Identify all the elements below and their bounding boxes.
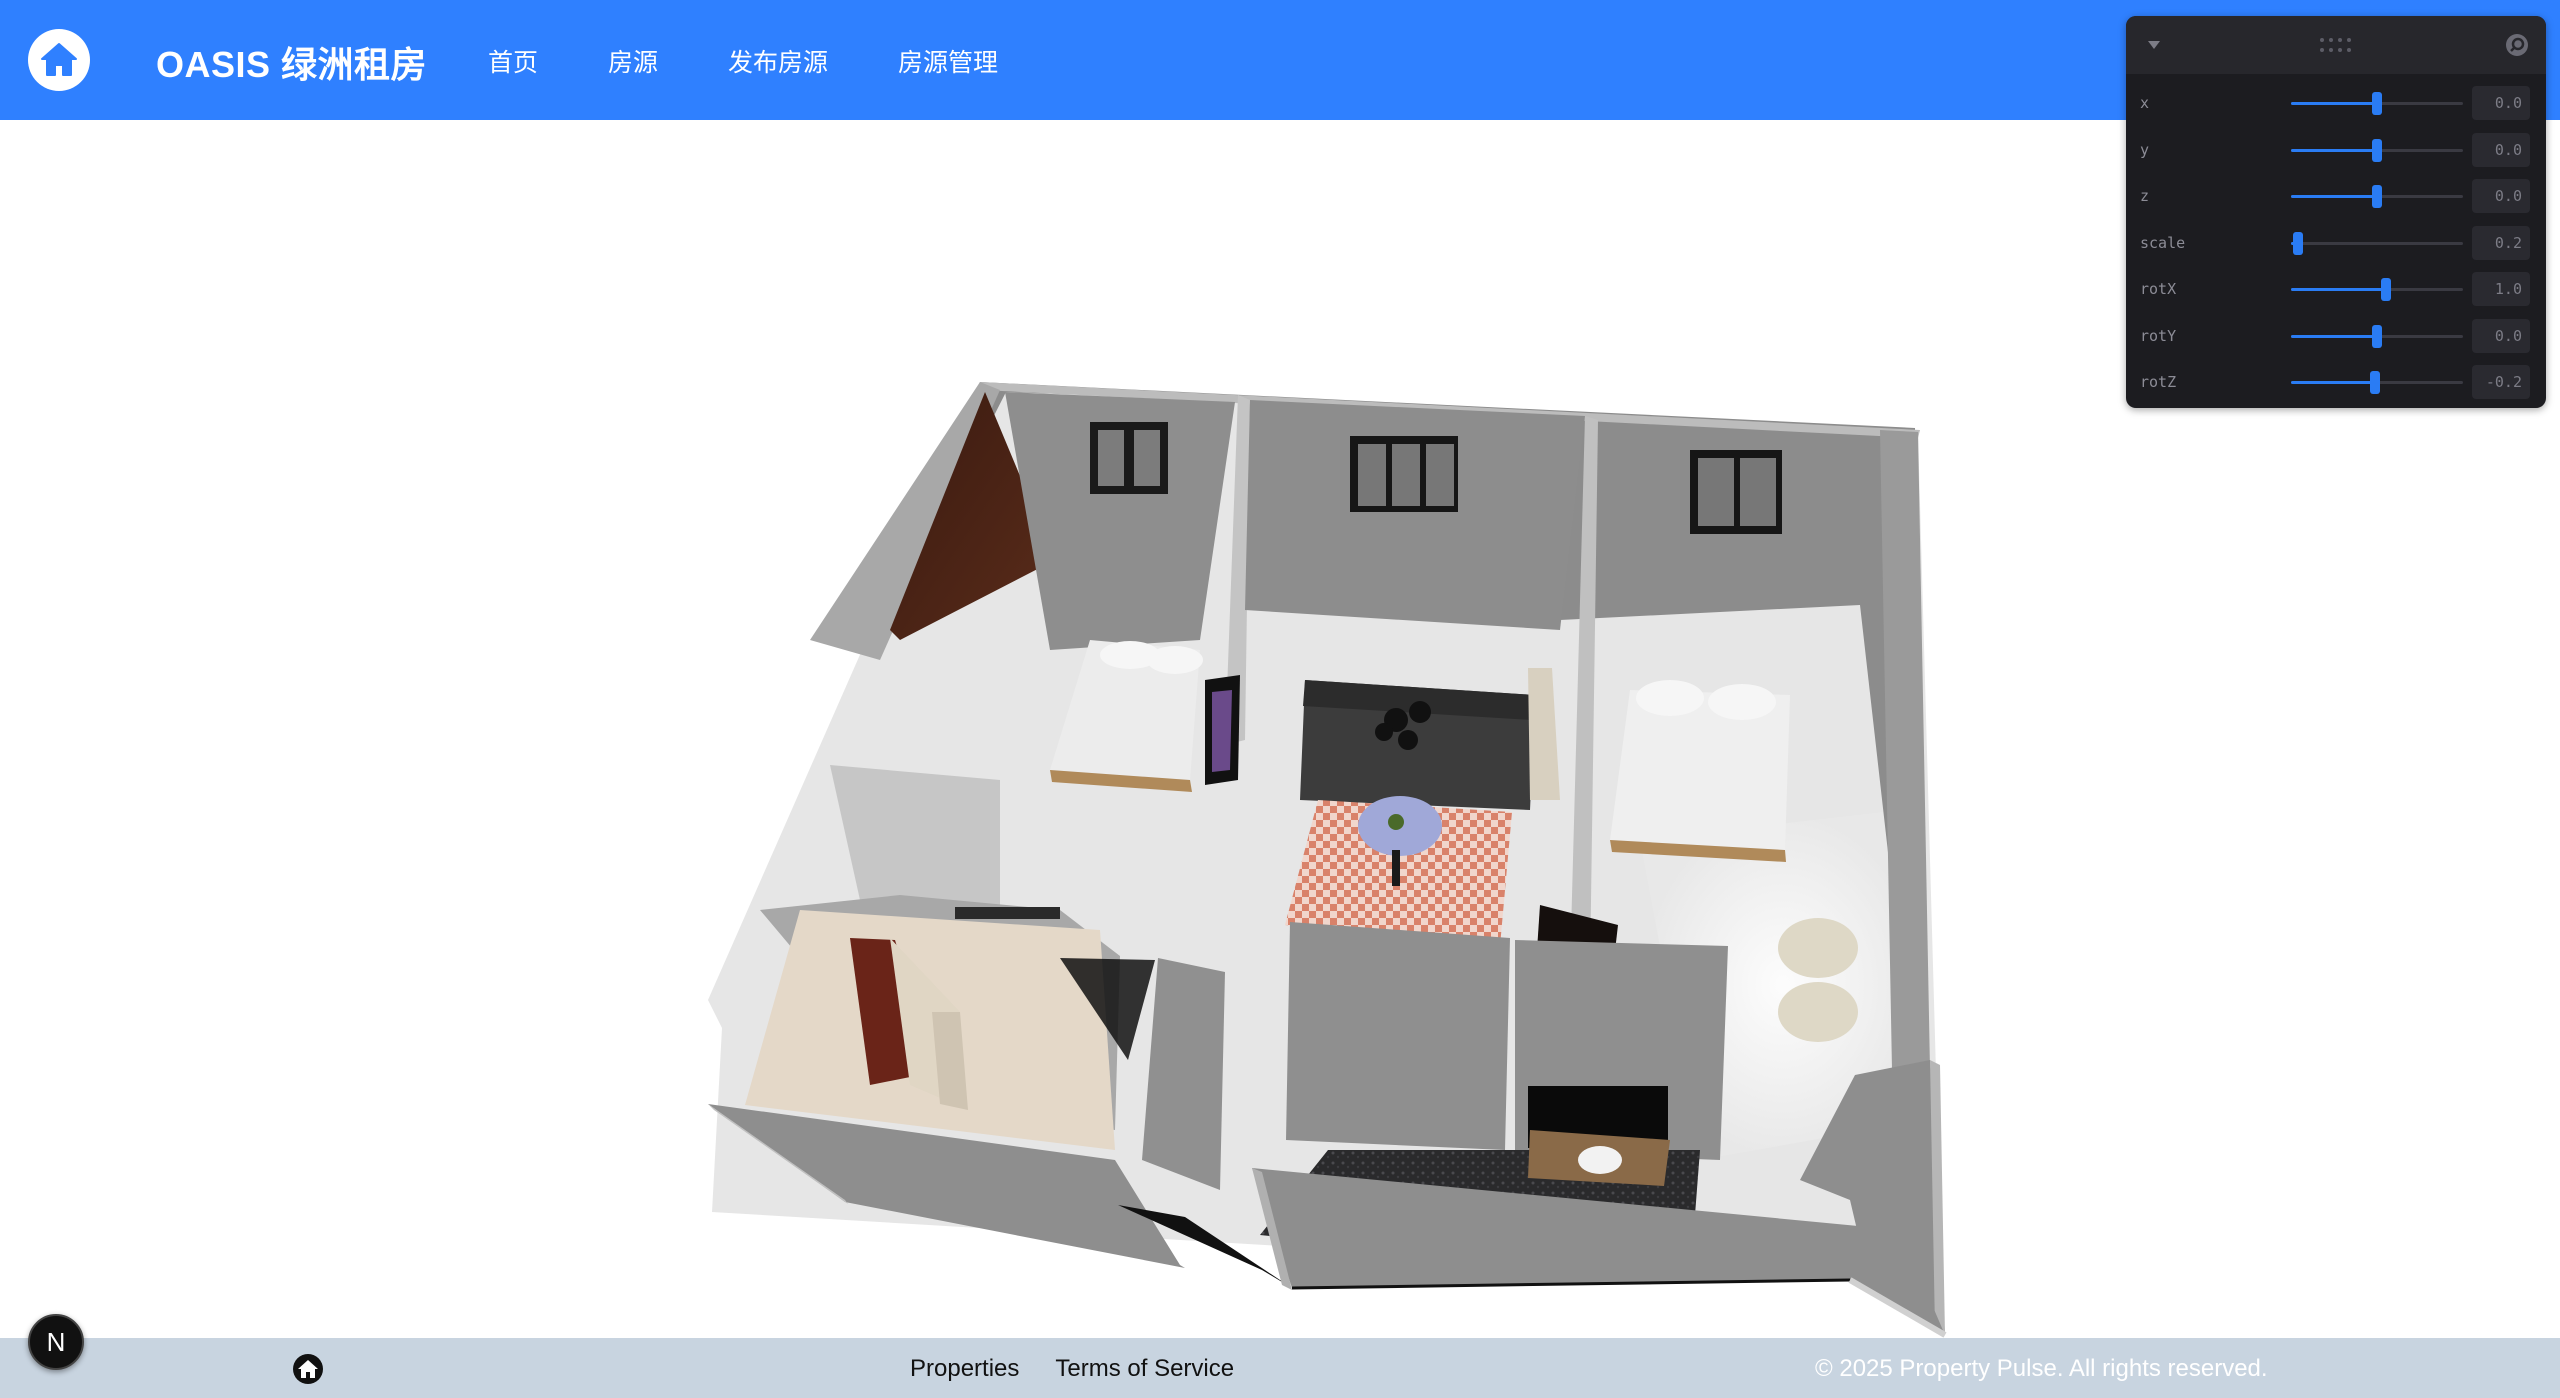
- main-nav: 首页 房源 发布房源 房源管理: [488, 43, 1068, 79]
- control-value-input[interactable]: -0.2: [2472, 365, 2530, 399]
- nav-link-manage-listings[interactable]: 房源管理: [898, 43, 998, 79]
- copyright-text: © 2025 Property Pulse. All rights reserv…: [1815, 1355, 2268, 1382]
- slider-track[interactable]: [2291, 231, 2463, 255]
- slider-thumb[interactable]: [2370, 371, 2381, 394]
- control-label: scale: [2140, 233, 2186, 252]
- control-row-rotz: rotZ -0.2: [2126, 359, 2546, 406]
- home-icon[interactable]: [292, 1353, 324, 1385]
- home-icon: [41, 43, 77, 76]
- slider-track[interactable]: [2291, 92, 2463, 115]
- control-value-input[interactable]: 0.2: [2472, 225, 2530, 260]
- slider-fill: [2291, 288, 2386, 291]
- slider-thumb[interactable]: [2372, 92, 2382, 115]
- armchair: [1778, 982, 1858, 1042]
- control-value-input[interactable]: 0.0: [2472, 132, 2530, 167]
- nav-link-post-listing[interactable]: 发布房源: [728, 43, 828, 79]
- control-label: rotX: [2140, 280, 2177, 298]
- chevron-down-icon[interactable]: [2146, 38, 2162, 52]
- slider-track[interactable]: [2291, 138, 2463, 162]
- control-label: rotY: [2140, 326, 2177, 345]
- drag-handle-icon[interactable]: [2318, 36, 2352, 54]
- control-label: rotZ: [2140, 373, 2177, 391]
- nav-link-listings[interactable]: 房源: [608, 43, 658, 79]
- control-value-input[interactable]: 0.0: [2472, 179, 2530, 213]
- control-rows: x 0.0 y 0.0 z 0.0 scale 0.2 rotX 1.0 rotY 0.0 rotZ -0…: [2126, 74, 2546, 406]
- slider-track[interactable]: [2291, 324, 2463, 348]
- slider-track[interactable]: [2291, 371, 2463, 394]
- search-icon[interactable]: [2504, 32, 2530, 58]
- slider-fill: [2291, 148, 2377, 152]
- control-row-z: z 0.0: [2126, 173, 2546, 220]
- slider-thumb[interactable]: [2372, 138, 2382, 162]
- nav-link-home[interactable]: 首页: [488, 43, 538, 79]
- slider-fill: [2291, 381, 2376, 384]
- slider-track[interactable]: [2291, 278, 2463, 301]
- slider-fill: [2291, 334, 2377, 338]
- footer-link-terms[interactable]: Terms of Service: [1055, 1355, 1234, 1383]
- control-value-input[interactable]: 1.0: [2472, 272, 2530, 306]
- control-row-rotx: rotX 1.0: [2126, 266, 2546, 313]
- nextjs-dev-badge[interactable]: N: [28, 1314, 84, 1370]
- control-label: y: [2140, 140, 2150, 159]
- control-value-input[interactable]: 0.0: [2472, 318, 2530, 353]
- slider-fill: [2291, 195, 2377, 198]
- control-row-roty: rotY 0.0: [2126, 313, 2546, 360]
- slider-fill: [2291, 102, 2377, 105]
- control-row-x: x 0.0: [2126, 80, 2546, 127]
- slider-thumb[interactable]: [2372, 185, 2382, 208]
- armchair: [1778, 918, 1858, 978]
- slider-thumb[interactable]: [2372, 324, 2382, 348]
- control-value-input[interactable]: 0.0: [2472, 86, 2530, 120]
- panel-titlebar[interactable]: [2126, 16, 2546, 74]
- control-label: z: [2140, 187, 2150, 205]
- control-label: x: [2140, 94, 2150, 112]
- slider-track[interactable]: [2291, 185, 2463, 208]
- brand-name[interactable]: OASIS 绿洲租房: [156, 36, 427, 88]
- control-row-scale: scale 0.2: [2126, 220, 2546, 267]
- slider-thumb[interactable]: [2292, 231, 2303, 255]
- control-row-y: y 0.0: [2126, 127, 2546, 174]
- footer-link-properties[interactable]: Properties: [910, 1355, 1019, 1383]
- footer-links: Properties Terms of Service: [910, 1355, 1270, 1383]
- debug-controls-panel: x 0.0 y 0.0 z 0.0 scale 0.2 rotX 1.0 rotY 0.0 rotZ -0…: [2126, 16, 2546, 408]
- home-logo[interactable]: [28, 29, 90, 91]
- site-footer: Properties Terms of Service © 2025 Prope…: [0, 1338, 2560, 1398]
- slider-thumb[interactable]: [2380, 278, 2391, 301]
